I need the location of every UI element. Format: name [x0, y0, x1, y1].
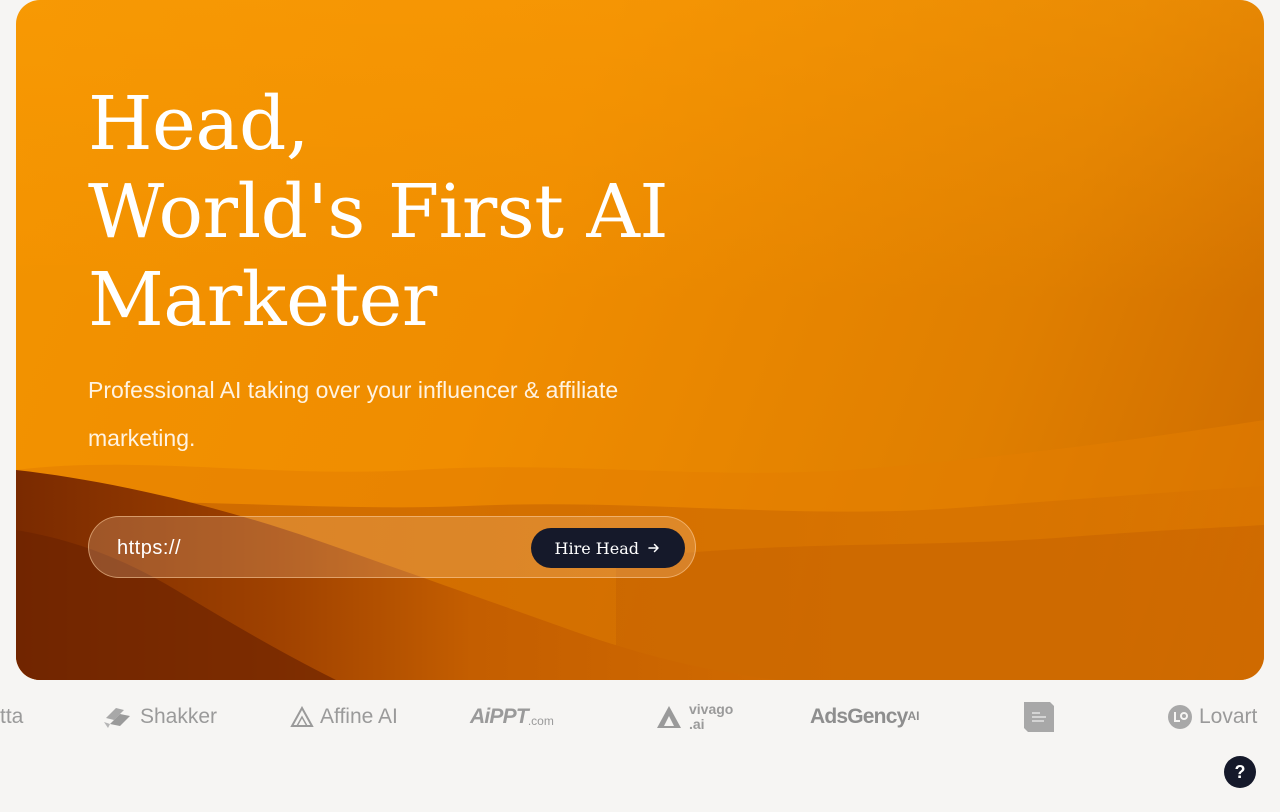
vivago-icon: [657, 706, 681, 728]
hero-title-line-2: World's First AI: [88, 169, 669, 255]
logo-aippt: AiPPT .com: [470, 702, 554, 732]
arrow-right-icon: [648, 543, 659, 553]
logo-vivago-suffix: .ai: [689, 716, 705, 732]
amazon-badge-icon: [1024, 702, 1054, 732]
logo-shakker-text: Shakker: [140, 705, 218, 728]
lovart-icon: [1168, 705, 1192, 729]
logo-adsgency-suffix: AI: [907, 709, 920, 723]
partner-logo-strip: tta Shakker Affine AI AiPPT .com vivago …: [0, 690, 1280, 742]
logo-adsgency: AdsGency AI: [810, 702, 919, 732]
logo-aippt-suffix: .com: [527, 714, 554, 728]
hero-title-line-1: Head,: [88, 81, 309, 167]
logo-lovart-text: Lovart: [1199, 705, 1258, 728]
hire-head-button[interactable]: Hire Head: [530, 528, 685, 568]
logo-shakker: Shakker: [102, 702, 217, 732]
logo-lovart: Lovart: [1167, 702, 1257, 732]
hero-title: Head, World's First AI Marketer: [88, 80, 669, 344]
logo-vivago-text: vivago: [689, 701, 734, 717]
shakker-icon: [104, 708, 130, 728]
help-button[interactable]: ?: [1224, 756, 1256, 788]
logo-vivago: vivago .ai: [655, 702, 733, 732]
logo-tta: tta: [0, 702, 23, 732]
logo-affine-text: Affine AI: [320, 705, 398, 728]
url-input[interactable]: [115, 531, 519, 565]
vivago-wordmark: vivago .ai: [689, 702, 733, 732]
logo-adsgency-text: AdsGency: [810, 705, 908, 728]
hero-banner: Head, World's First AI Marketer Professi…: [16, 0, 1264, 680]
logo-affine-ai: Affine AI: [290, 702, 398, 732]
affine-icon: [290, 706, 314, 727]
hire-head-label: Hire Head: [554, 538, 639, 558]
logo-aippt-text: AiPPT: [470, 705, 529, 728]
logo-tta-text: tta: [0, 705, 24, 728]
hero-title-line-3: Marketer: [88, 257, 437, 343]
url-form: Hire Head: [88, 516, 696, 578]
hero-subtitle: Professional AI taking over your influen…: [88, 377, 619, 451]
logo-amazon-badge: [1023, 702, 1055, 732]
